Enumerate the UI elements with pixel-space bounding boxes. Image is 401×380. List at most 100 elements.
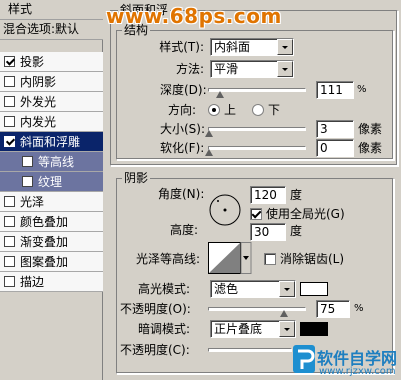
depth-slider-thumb[interactable] bbox=[216, 91, 224, 98]
soften-slider-thumb[interactable] bbox=[205, 149, 213, 156]
shadow-mode-select[interactable]: 正片叠底 bbox=[210, 320, 296, 338]
style-item-texture[interactable]: 纹理 bbox=[0, 172, 103, 192]
soften-slider[interactable] bbox=[208, 146, 306, 150]
depth-input[interactable]: 111 bbox=[316, 81, 354, 99]
style-item-label: 内发光 bbox=[20, 115, 57, 129]
highlight-color-swatch[interactable] bbox=[300, 282, 328, 296]
style-item-label: 纹理 bbox=[38, 175, 63, 189]
style-item-pattern-overlay[interactable]: 图案叠加 bbox=[0, 252, 103, 272]
style-item-satin[interactable]: 光泽 bbox=[0, 192, 103, 212]
soften-input[interactable]: 0 bbox=[316, 139, 354, 157]
style-item-label: 外发光 bbox=[20, 95, 57, 109]
highlight-opacity-slider[interactable] bbox=[208, 307, 306, 311]
style-item-label: 等高线 bbox=[38, 155, 75, 169]
size-input[interactable]: 3 bbox=[316, 120, 354, 138]
style-item-drop-shadow[interactable]: 投影 bbox=[0, 52, 103, 72]
pattern-overlay-checkbox[interactable] bbox=[4, 256, 15, 267]
blend-options-item[interactable]: 混合选项:默认 bbox=[0, 20, 103, 40]
style-item-label: 渐变叠加 bbox=[20, 235, 69, 249]
style-item-gradient-overlay[interactable]: 渐变叠加 bbox=[0, 232, 103, 252]
style-select-value: 内斜面 bbox=[214, 40, 251, 54]
watermark-68ps: www.68ps.com bbox=[106, 4, 282, 28]
rjzxw-url: www.rjzxw.com bbox=[319, 366, 396, 377]
depth-label: 深度(D): bbox=[160, 83, 207, 97]
angle-label: 角度(N): bbox=[158, 187, 205, 201]
soften-unit: 像素 bbox=[358, 141, 383, 155]
shadow-color-swatch[interactable] bbox=[300, 322, 328, 336]
style-item-label: 颜色叠加 bbox=[20, 215, 69, 229]
style-label: 样式(T): bbox=[159, 40, 204, 54]
shadow-mode-label: 暗调模式: bbox=[138, 322, 191, 336]
anti-alias-checkbox[interactable] bbox=[264, 253, 276, 265]
styles-panel: 样式 混合选项:默认 投影 内阴影 外发光 内发光 斜面和浮雕 等高线 纹理 光… bbox=[0, 0, 103, 380]
style-item-inner-shadow[interactable]: 内阴影 bbox=[0, 72, 103, 92]
style-item-label: 斜面和浮雕 bbox=[20, 135, 81, 149]
direction-label: 方向: bbox=[168, 103, 197, 117]
angle-input[interactable]: 120 bbox=[250, 186, 286, 204]
altitude-unit: 度 bbox=[290, 224, 303, 238]
size-slider[interactable] bbox=[208, 127, 306, 131]
shadow-opacity-label: 不透明度(C): bbox=[120, 343, 190, 357]
depth-unit: % bbox=[357, 84, 367, 95]
altitude-input[interactable]: 30 bbox=[250, 223, 286, 241]
style-item-stroke[interactable]: 描边 bbox=[0, 272, 103, 292]
angle-dial[interactable] bbox=[208, 193, 242, 227]
anti-alias-label: 消除锯齿(L) bbox=[280, 252, 345, 266]
gloss-contour-preview[interactable] bbox=[208, 242, 252, 274]
gloss-contour-label: 光泽等高线: bbox=[136, 252, 201, 266]
contour-checkbox[interactable] bbox=[22, 156, 33, 167]
highlight-opacity-unit: % bbox=[354, 303, 364, 314]
size-unit: 像素 bbox=[358, 122, 383, 136]
method-select-value: 平滑 bbox=[214, 62, 239, 76]
highlight-mode-value: 滤色 bbox=[214, 282, 239, 296]
global-light-checkbox[interactable] bbox=[250, 208, 262, 220]
soften-label: 软化(F): bbox=[160, 141, 205, 155]
satin-checkbox[interactable] bbox=[4, 196, 15, 207]
stroke-checkbox[interactable] bbox=[4, 276, 15, 287]
highlight-opacity-thumb[interactable] bbox=[280, 310, 288, 317]
style-item-contour[interactable]: 等高线 bbox=[0, 152, 103, 172]
style-item-label: 投影 bbox=[20, 55, 45, 69]
bevel-emboss-settings: 斜面和浮 结构 样式(T): 内斜面 方法: 平滑 深度(D): 111 % 方… bbox=[104, 0, 401, 380]
styles-header: 样式 bbox=[0, 0, 103, 20]
chevron-down-icon[interactable] bbox=[279, 281, 295, 297]
global-light-label: 使用全局光(G) bbox=[266, 207, 345, 221]
style-item-inner-glow[interactable]: 内发光 bbox=[0, 112, 103, 132]
outer-glow-checkbox[interactable] bbox=[4, 96, 15, 107]
direction-down-label: 下 bbox=[268, 103, 281, 117]
highlight-opacity-input[interactable]: 75 bbox=[316, 300, 350, 318]
inner-glow-checkbox[interactable] bbox=[4, 116, 15, 127]
chevron-down-icon[interactable] bbox=[277, 61, 293, 77]
method-label: 方法: bbox=[175, 62, 204, 76]
style-item-label: 光泽 bbox=[20, 195, 45, 209]
style-item-color-overlay[interactable]: 颜色叠加 bbox=[0, 212, 103, 232]
drop-shadow-checkbox[interactable] bbox=[4, 56, 15, 67]
bevel-emboss-checkbox[interactable] bbox=[4, 136, 15, 147]
style-item-label: 描边 bbox=[20, 275, 45, 289]
style-item-outer-glow[interactable]: 外发光 bbox=[0, 92, 103, 112]
direction-up-label: 上 bbox=[224, 103, 237, 117]
style-item-label: 图案叠加 bbox=[20, 255, 69, 269]
shading-group-title: 阴影 bbox=[122, 171, 151, 185]
chevron-down-icon[interactable] bbox=[279, 321, 295, 337]
shadow-mode-value: 正片叠底 bbox=[214, 322, 263, 336]
direction-up-radio[interactable] bbox=[208, 104, 220, 116]
method-select[interactable]: 平滑 bbox=[210, 60, 294, 78]
style-item-bevel-emboss[interactable]: 斜面和浮雕 bbox=[0, 132, 103, 152]
gradient-overlay-checkbox[interactable] bbox=[4, 236, 15, 247]
texture-checkbox[interactable] bbox=[22, 176, 33, 187]
angle-unit: 度 bbox=[290, 188, 303, 202]
style-item-label: 内阴影 bbox=[20, 75, 57, 89]
watermark-rjzxw-logo: 软件自学网 www.rjzxw.com bbox=[292, 343, 401, 380]
highlight-opacity-label: 不透明度(O): bbox=[120, 302, 191, 316]
shadow-opacity-slider[interactable] bbox=[208, 348, 292, 352]
style-select[interactable]: 内斜面 bbox=[210, 38, 294, 56]
size-slider-thumb[interactable] bbox=[205, 130, 213, 137]
color-overlay-checkbox[interactable] bbox=[4, 216, 15, 227]
direction-down-radio[interactable] bbox=[252, 104, 264, 116]
altitude-label: 高度: bbox=[170, 223, 199, 237]
size-label: 大小(S): bbox=[160, 122, 206, 136]
chevron-down-icon[interactable] bbox=[277, 39, 293, 55]
highlight-mode-select[interactable]: 滤色 bbox=[210, 280, 296, 298]
inner-shadow-checkbox[interactable] bbox=[4, 76, 15, 87]
